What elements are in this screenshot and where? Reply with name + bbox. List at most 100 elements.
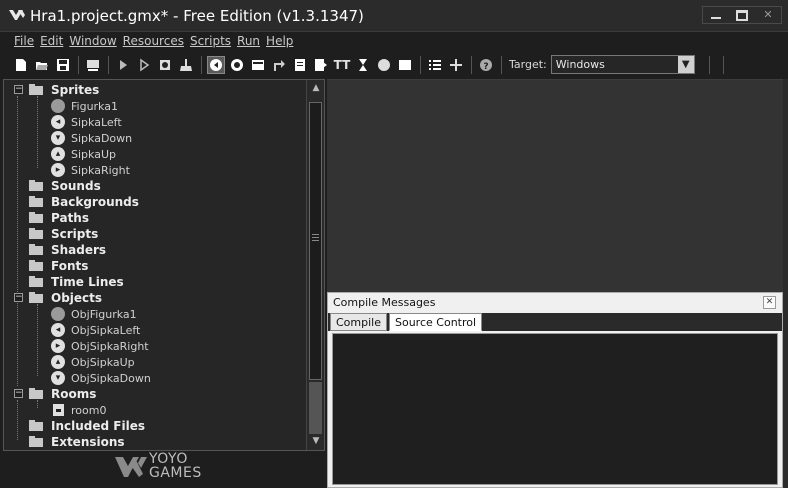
debug-run-icon[interactable]	[135, 56, 153, 74]
tree-group-label: Rooms	[51, 387, 97, 401]
tree-item-label: ObjSipkaLeft	[71, 323, 141, 337]
collapse-icon[interactable]: −	[14, 293, 23, 302]
menu-edit[interactable]: Edit	[40, 32, 63, 51]
arrow-left-icon: ◂	[51, 323, 65, 337]
tree-item-label: SipkaDown	[71, 131, 133, 145]
shader-resource-icon[interactable]	[312, 56, 330, 74]
window-title: Hra1.project.gmx* - Free Edition (v1.3.1…	[30, 7, 364, 25]
menu-run[interactable]: Run	[237, 32, 260, 51]
menu-resources[interactable]: Resources	[123, 32, 184, 51]
save-icon[interactable]	[54, 56, 72, 74]
resource-tree: − Sprites Figurka1 ◂ SipkaLeft ▾ SipkaDo…	[4, 80, 304, 450]
room-icon	[53, 404, 64, 416]
window-controls: ✕	[702, 6, 782, 24]
tree-group-backgrounds[interactable]: Backgrounds	[29, 194, 139, 210]
tree-group-label: Time Lines	[51, 275, 124, 289]
tree-item-label: ObjSipkaDown	[71, 371, 151, 385]
collapse-icon[interactable]: −	[14, 85, 23, 94]
tab-source-control[interactable]: Source Control	[389, 313, 483, 331]
workspace-area[interactable]	[327, 79, 783, 292]
path-resource-icon[interactable]	[270, 56, 288, 74]
tree-item-sprite[interactable]: ▸ SipkaRight	[51, 162, 130, 178]
help-icon[interactable]: ?	[477, 56, 495, 74]
target-select[interactable]: Windows ▼	[550, 55, 695, 74]
tree-group-sounds[interactable]: Sounds	[29, 178, 101, 194]
timeline-resource-icon[interactable]	[354, 56, 372, 74]
run-icon[interactable]	[114, 56, 132, 74]
folder-icon	[29, 420, 45, 432]
tree-item-sprite[interactable]: ▾ SipkaDown	[51, 130, 132, 146]
toolbar-separator	[78, 55, 79, 74]
arrow-down-icon: ▾	[51, 371, 65, 385]
folder-icon	[29, 180, 45, 192]
tree-group-scripts[interactable]: Scripts	[29, 226, 98, 242]
tree-item-object[interactable]: ▴ ObjSipkaUp	[51, 354, 135, 370]
tree-group-label: Backgrounds	[51, 195, 139, 209]
tree-group-included-files[interactable]: Included Files	[29, 418, 145, 434]
clean-broom-icon[interactable]	[177, 56, 195, 74]
tree-group-timelines[interactable]: Time Lines	[29, 274, 124, 290]
scroll-down-icon[interactable]: ▼	[310, 436, 322, 446]
collapse-icon[interactable]: −	[14, 389, 23, 398]
title-bar: Hra1.project.gmx* - Free Edition (v1.3.1…	[0, 0, 788, 32]
tree-scrollbar[interactable]: ▲ ▼	[306, 80, 324, 450]
object-resource-icon[interactable]	[375, 56, 393, 74]
script-resource-icon[interactable]	[291, 56, 309, 74]
yoyo-games-logo: YOYO GAMES	[115, 452, 225, 484]
tree-item-object[interactable]: ▸ ObjSipkaRight	[51, 338, 149, 354]
tree-group-objects[interactable]: − Objects	[14, 290, 102, 306]
tree-item-room[interactable]: room0	[53, 402, 106, 418]
arrow-left-icon: ◂	[51, 115, 65, 129]
compile-tab-strip: Compile Source Control	[328, 313, 782, 331]
scrollbar-thumb[interactable]	[309, 102, 322, 380]
toolbar-separator	[471, 55, 472, 74]
tree-group-label: Scripts	[51, 227, 99, 241]
menu-help[interactable]: Help	[266, 32, 293, 51]
new-project-icon[interactable]	[12, 56, 30, 74]
compile-output-area[interactable]	[332, 333, 778, 485]
minimize-button[interactable]	[703, 7, 729, 23]
game-information-icon[interactable]	[426, 56, 444, 74]
tree-group-label: Shaders	[51, 243, 107, 257]
scroll-up-icon[interactable]: ▲	[310, 83, 322, 93]
sprite-resource-icon[interactable]	[207, 55, 225, 74]
tree-group-label: Objects	[51, 291, 103, 305]
arrow-up-icon: ▴	[51, 147, 65, 161]
add-extension-icon[interactable]	[447, 56, 465, 74]
tree-group-extensions[interactable]: Extensions	[29, 434, 125, 450]
menu-scripts[interactable]: Scripts	[190, 32, 231, 51]
tree-item-sprite[interactable]: ◂ SipkaLeft	[51, 114, 122, 130]
tree-group-shaders[interactable]: Shaders	[29, 242, 106, 258]
create-executable-icon[interactable]	[84, 56, 102, 74]
stop-icon[interactable]	[156, 56, 174, 74]
tree-group-paths[interactable]: Paths	[29, 210, 89, 226]
tree-item-sprite[interactable]: Figurka1	[51, 98, 118, 114]
menu-file[interactable]: File	[14, 32, 34, 51]
close-icon[interactable]: ✕	[763, 296, 776, 309]
sprite-circle-icon	[51, 307, 65, 321]
maximize-button[interactable]	[729, 7, 755, 23]
background-resource-icon[interactable]	[249, 56, 267, 74]
menu-bar: File Edit Window Resources Scripts Run H…	[0, 32, 788, 51]
font-resource-icon[interactable]: TT	[333, 56, 351, 74]
chevron-down-icon[interactable]: ▼	[677, 56, 694, 73]
room-resource-icon[interactable]	[396, 56, 414, 74]
open-project-icon[interactable]	[33, 56, 51, 74]
tab-compile[interactable]: Compile	[330, 313, 387, 331]
close-button[interactable]: ✕	[755, 7, 781, 23]
scrollbar-track[interactable]	[309, 382, 322, 434]
tree-item-object[interactable]: ▾ ObjSipkaDown	[51, 370, 151, 386]
sound-resource-icon[interactable]	[228, 56, 246, 74]
tree-guide-line	[17, 96, 18, 386]
tree-item-sprite[interactable]: ▴ SipkaUp	[51, 146, 116, 162]
menu-window[interactable]: Window	[69, 32, 116, 51]
tree-group-fonts[interactable]: Fonts	[29, 258, 88, 274]
tree-group-sprites[interactable]: − Sprites	[14, 82, 99, 98]
tree-item-label: SipkaRight	[71, 163, 130, 177]
target-select-value: Windows	[555, 58, 605, 71]
tree-item-object[interactable]: ◂ ObjSipkaLeft	[51, 322, 140, 338]
folder-icon	[29, 260, 45, 272]
folder-open-icon	[29, 292, 45, 304]
tree-group-rooms[interactable]: − Rooms	[14, 386, 96, 402]
tree-item-object[interactable]: ObjFigurka1	[51, 306, 137, 322]
